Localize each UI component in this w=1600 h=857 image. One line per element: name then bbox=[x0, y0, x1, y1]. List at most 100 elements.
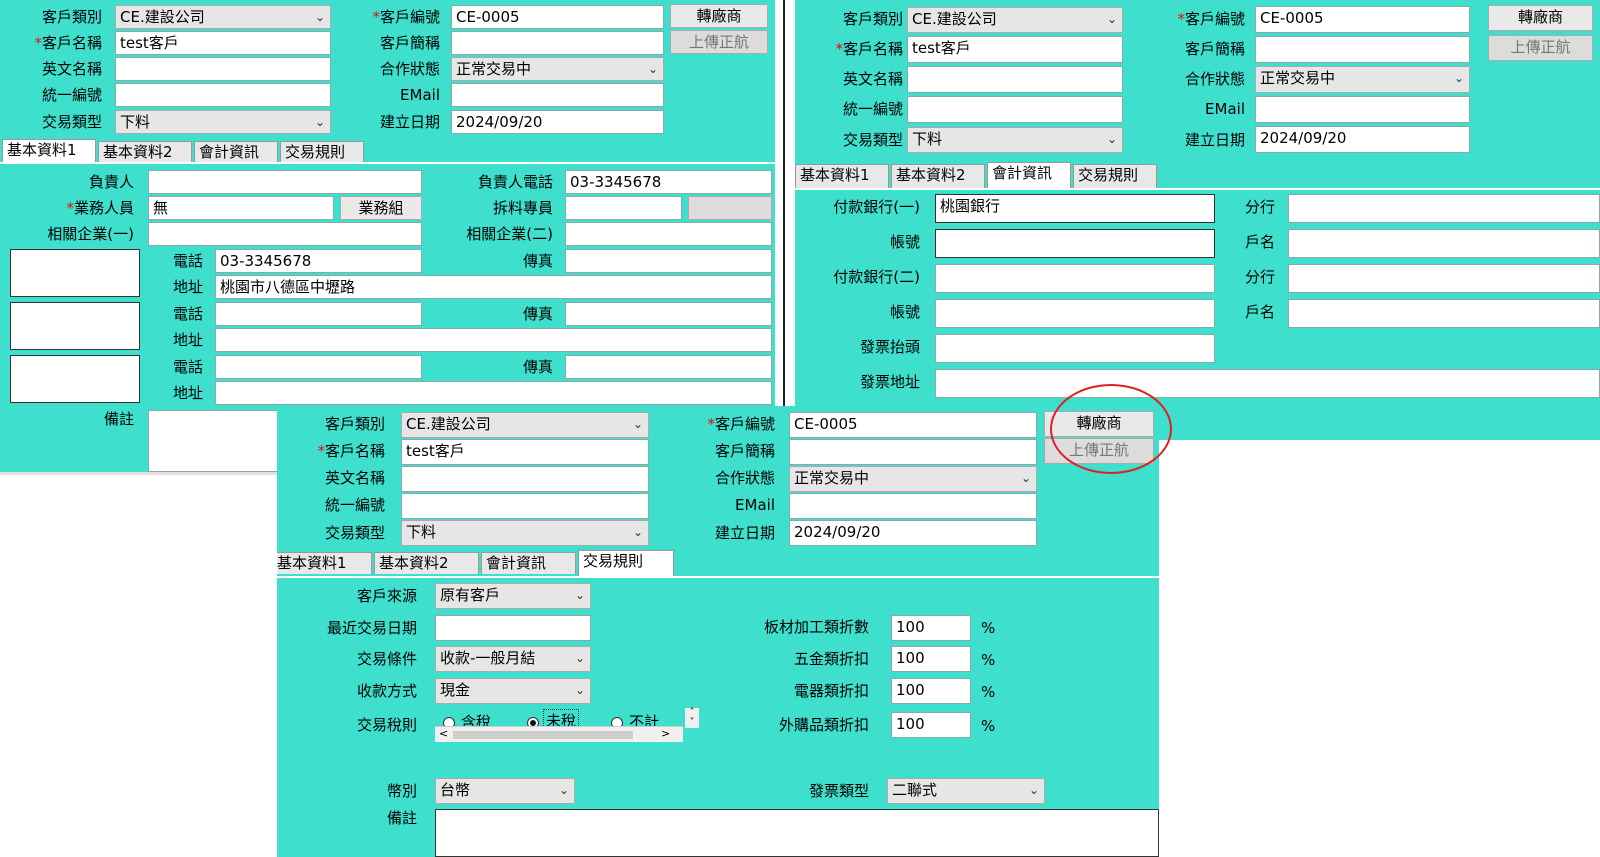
customer-type-select[interactable]: CE.建設公司 ⌄ bbox=[401, 412, 649, 438]
cooperation-status-select[interactable]: 正常交易中 ⌄ bbox=[1255, 66, 1470, 93]
salesperson-input[interactable]: 無 bbox=[148, 196, 334, 220]
customer-name-input[interactable]: test客戶 bbox=[115, 31, 331, 55]
tax-id-input[interactable] bbox=[907, 96, 1123, 123]
created-date-input[interactable]: 2024/09/20 bbox=[451, 110, 664, 134]
hardware-discount-input[interactable]: 100 bbox=[891, 646, 971, 672]
chevron-down-icon: ⌄ bbox=[647, 62, 658, 76]
fax-2-input[interactable] bbox=[565, 302, 772, 326]
transfer-vendor-button[interactable]: 轉廠商 bbox=[670, 4, 768, 28]
payment-method-select[interactable]: 現金 ⌄ bbox=[435, 678, 591, 704]
contact-1-box[interactable] bbox=[10, 249, 140, 297]
account-name-1-input[interactable] bbox=[1288, 229, 1600, 258]
sales-group-button[interactable]: 業務組 bbox=[340, 196, 422, 220]
branch-2-input[interactable] bbox=[1288, 264, 1600, 293]
customer-type-value: CE.建設公司 bbox=[406, 415, 491, 433]
last-trade-date-input[interactable] bbox=[435, 615, 591, 641]
trade-type-select[interactable]: 下料 ⌄ bbox=[401, 520, 649, 546]
contact-3-box[interactable] bbox=[10, 355, 140, 403]
fax-1-input[interactable] bbox=[565, 249, 772, 273]
account-1-input[interactable] bbox=[935, 229, 1215, 258]
scroll-left-icon[interactable]: < bbox=[439, 727, 448, 740]
payment-bank-2-input[interactable] bbox=[935, 264, 1215, 293]
upload-button[interactable]: 上傳正航 bbox=[670, 30, 768, 54]
tab-basic-info-1[interactable]: 基本資料1 bbox=[795, 164, 889, 188]
account-2-input[interactable] bbox=[935, 299, 1215, 328]
customer-name-input[interactable]: test客戶 bbox=[401, 439, 649, 465]
cooperation-status-select[interactable]: 正常交易中 ⌄ bbox=[451, 57, 664, 81]
trade-type-select[interactable]: 下料 ⌄ bbox=[115, 110, 331, 134]
customer-no-label: *客戶編號 bbox=[707, 415, 775, 433]
customer-short-input[interactable] bbox=[1255, 36, 1470, 63]
tab-basic-info-2[interactable]: 基本資料2 bbox=[98, 141, 192, 163]
customer-no-input[interactable]: CE-0005 bbox=[1255, 6, 1470, 33]
tab-trade-rules[interactable]: 交易規則 bbox=[1073, 164, 1157, 188]
tab-basic-info-2[interactable]: 基本資料2 bbox=[891, 164, 985, 188]
chevron-down-icon: ⌄ bbox=[1020, 471, 1031, 485]
outsourced-discount-percent: % bbox=[981, 717, 996, 735]
english-name-input[interactable] bbox=[115, 57, 331, 81]
created-date-input[interactable]: 2024/09/20 bbox=[789, 520, 1037, 546]
tab-basic-info-1[interactable]: 基本資料1 bbox=[2, 139, 96, 163]
customer-short-input[interactable] bbox=[789, 439, 1037, 465]
address-1-input[interactable]: 桃園市八德區中壢路 bbox=[215, 275, 772, 299]
email-input[interactable] bbox=[451, 83, 664, 107]
invoice-address-input[interactable] bbox=[935, 369, 1600, 398]
electric-discount-input[interactable]: 100 bbox=[891, 678, 971, 704]
tax-id-input[interactable] bbox=[401, 493, 649, 519]
tax-rule-scrollbar[interactable]: < > bbox=[435, 726, 683, 742]
invoice-title-input[interactable] bbox=[935, 334, 1215, 363]
cooperation-status-select[interactable]: 正常交易中 ⌄ bbox=[789, 466, 1037, 492]
scrollbar-thumb[interactable] bbox=[453, 731, 633, 739]
address-3-input[interactable] bbox=[215, 381, 772, 405]
tax-id-input[interactable] bbox=[115, 83, 331, 107]
trade-terms-select[interactable]: 收款-一般月結 ⌄ bbox=[435, 646, 591, 672]
email-input[interactable] bbox=[1255, 96, 1470, 123]
invoice-type-label: 發票類型 bbox=[808, 782, 869, 800]
phone-1-input[interactable]: 03-3345678 bbox=[215, 249, 422, 273]
english-name-input[interactable] bbox=[907, 66, 1123, 93]
board-discount-input[interactable]: 100 bbox=[891, 615, 971, 641]
branch-1-input[interactable] bbox=[1288, 194, 1600, 223]
tab-basic-info-2[interactable]: 基本資料2 bbox=[374, 552, 479, 574]
outsourced-discount-input[interactable]: 100 bbox=[891, 712, 971, 738]
spin-arrows-icon[interactable]: ˄ ˅ bbox=[685, 708, 699, 728]
customer-no-input[interactable]: CE-0005 bbox=[451, 5, 664, 29]
customer-short-input[interactable] bbox=[451, 31, 664, 55]
customer-source-select[interactable]: 原有客戶 ⌄ bbox=[435, 583, 591, 609]
english-name-input[interactable] bbox=[401, 466, 649, 492]
tab-basic-info-1[interactable]: 基本資料1 bbox=[277, 552, 372, 574]
account-name-2-input[interactable] bbox=[1288, 299, 1600, 328]
customer-type-select[interactable]: CE.建設公司 ⌄ bbox=[907, 7, 1123, 33]
customer-short-label: 客戶簡稱 bbox=[379, 34, 440, 52]
related-company-1-input[interactable] bbox=[148, 222, 422, 246]
tab-accounting[interactable]: 會計資訊 bbox=[194, 141, 278, 163]
currency-select[interactable]: 台幣 ⌄ bbox=[435, 778, 575, 804]
owner-input[interactable] bbox=[148, 170, 422, 194]
phone-2-input[interactable] bbox=[215, 302, 422, 326]
scrap-staff-picker-button[interactable] bbox=[688, 196, 772, 220]
owner-phone-input[interactable]: 03-3345678 bbox=[565, 170, 772, 194]
transfer-vendor-button[interactable]: 轉廠商 bbox=[1488, 5, 1593, 31]
customer-type-select[interactable]: CE.建設公司 ⌄ bbox=[115, 5, 331, 29]
trade-type-select[interactable]: 下料 ⌄ bbox=[907, 127, 1123, 153]
scroll-right-icon[interactable]: > bbox=[661, 727, 670, 740]
tab-accounting[interactable]: 會計資訊 bbox=[481, 552, 576, 574]
remark-textarea[interactable] bbox=[435, 809, 1159, 857]
phone-3-input[interactable] bbox=[215, 355, 422, 379]
payment-bank-1-input[interactable]: 桃園銀行 bbox=[935, 194, 1215, 223]
customer-no-input[interactable]: CE-0005 bbox=[789, 412, 1037, 438]
trade-terms-label: 交易條件 bbox=[356, 650, 417, 668]
tab-trade-rules[interactable]: 交易規則 bbox=[280, 141, 364, 163]
fax-3-input[interactable] bbox=[565, 355, 772, 379]
tab-accounting[interactable]: 會計資訊 bbox=[987, 162, 1071, 188]
upload-button[interactable]: 上傳正航 bbox=[1488, 35, 1593, 61]
scrap-staff-input[interactable] bbox=[565, 196, 682, 220]
address-2-input[interactable] bbox=[215, 328, 772, 352]
customer-name-input[interactable]: test客戶 bbox=[907, 36, 1123, 63]
contact-2-box[interactable] bbox=[10, 302, 140, 350]
created-date-input[interactable]: 2024/09/20 bbox=[1255, 126, 1470, 153]
tab-trade-rules[interactable]: 交易規則 bbox=[578, 550, 674, 576]
related-company-2-input[interactable] bbox=[565, 222, 772, 246]
email-input[interactable] bbox=[789, 493, 1037, 519]
invoice-type-select[interactable]: 二聯式 ⌄ bbox=[887, 778, 1045, 804]
